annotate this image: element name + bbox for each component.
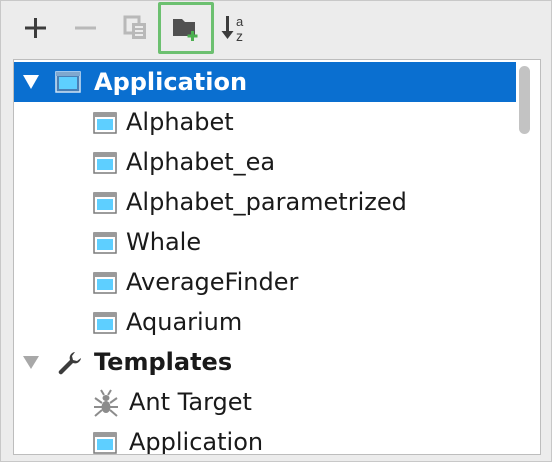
tree-node-templates[interactable]: Templates	[14, 342, 516, 382]
sort-alphabetically-button[interactable]: a z	[211, 5, 261, 51]
configurations-tree[interactable]: Application Alphabet Alphabet_ea Alphabe…	[13, 59, 541, 455]
svg-text:a: a	[236, 14, 244, 29]
application-config-icon	[93, 152, 117, 174]
application-config-icon	[93, 232, 117, 254]
tree-node-label: Application	[129, 428, 264, 455]
tree-node-alphabet-parametrized[interactable]: Alphabet_parametrized	[14, 182, 516, 222]
tree-node-application-template[interactable]: Application	[14, 422, 516, 455]
application-config-icon	[55, 71, 81, 93]
add-icon	[25, 18, 46, 38]
tree-node-whale[interactable]: Whale	[14, 222, 516, 262]
tree-node-label: Alphabet	[126, 108, 234, 136]
tree-node-label: AverageFinder	[126, 268, 299, 296]
tree-node-alphabet-ea[interactable]: Alphabet_ea	[14, 142, 516, 182]
tree-node-application[interactable]: Application	[14, 62, 516, 102]
tree-node-label: Whale	[126, 228, 202, 256]
tree-node-alphabet[interactable]: Alphabet	[14, 102, 516, 142]
application-config-icon	[93, 192, 117, 214]
wrench-icon	[58, 352, 81, 375]
tree-node-label: Aquarium	[126, 308, 243, 336]
svg-text:z: z	[236, 28, 243, 43]
remove-button[interactable]	[61, 5, 111, 51]
application-config-icon	[93, 272, 117, 294]
run-configurations-panel: a z Application Alphabet Alphabet_ea Alp…	[0, 0, 552, 462]
application-config-icon	[93, 112, 117, 134]
new-folder-button[interactable]	[158, 2, 214, 54]
sort-alphabetically-icon: a z	[221, 14, 244, 43]
add-button[interactable]	[11, 5, 61, 51]
ant-icon	[94, 389, 118, 417]
application-config-icon	[93, 432, 117, 454]
copy-button[interactable]	[111, 5, 161, 51]
expand-arrow-icon[interactable]	[23, 356, 39, 369]
tree-node-averagefinder[interactable]: AverageFinder	[14, 262, 516, 302]
remove-icon	[75, 26, 96, 30]
tree-node-label: Ant Target	[129, 388, 252, 416]
application-config-icon	[93, 312, 117, 334]
toolbar: a z	[11, 2, 261, 54]
new-folder-icon	[173, 19, 198, 41]
tree-node-label: Templates	[94, 348, 233, 376]
tree-node-label: Alphabet_ea	[126, 148, 276, 176]
tree-node-aquarium[interactable]: Aquarium	[14, 302, 516, 342]
tree-node-ant-target[interactable]: Ant Target	[14, 382, 516, 422]
copy-icon	[123, 15, 146, 39]
tree-node-label: Application	[94, 68, 248, 96]
vertical-scrollbar[interactable]	[519, 66, 530, 134]
tree-node-label: Alphabet_parametrized	[126, 188, 407, 216]
expand-arrow-icon[interactable]	[23, 75, 39, 89]
